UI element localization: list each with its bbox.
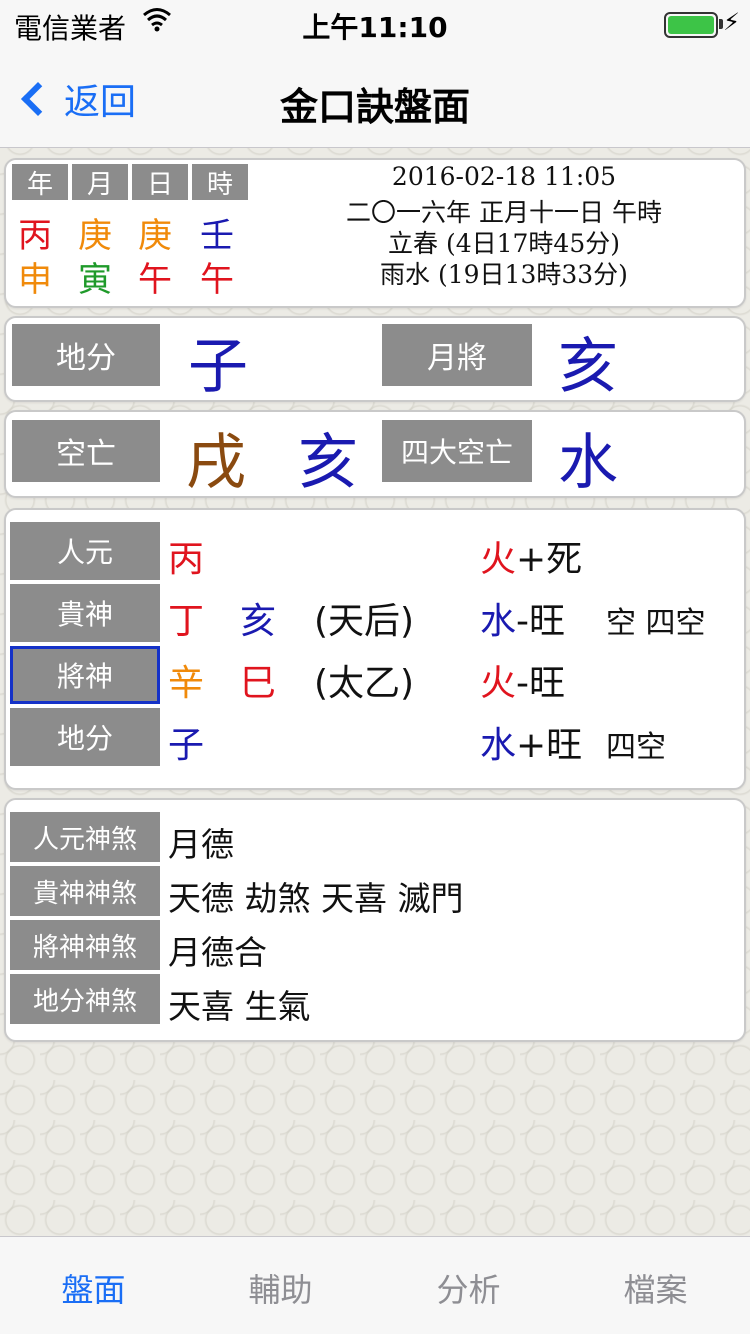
shensha-text: 天喜 生氣 (168, 987, 311, 1026)
plate-row-gan: 子 (168, 725, 205, 766)
plate-row-gan: 辛 (168, 663, 205, 704)
pillar-header-year: 年 (12, 164, 68, 200)
plate-panel: 人元 丙 火 +死 貴神 丁 亥 (天后) 水 -旺 空 四空 將神 辛 巳 (… (4, 508, 746, 790)
plate-row-zhi: 亥 (240, 601, 277, 642)
shensha-label: 將神神煞 (10, 920, 160, 970)
year-stem: 丙 (18, 216, 52, 256)
gregorian-datetime: 2016-02-18 11:05 (391, 162, 617, 191)
kongwang-panel: 空亡 戌 亥 四大空亡 水 (4, 410, 746, 498)
yuejiang-value: 亥 (558, 332, 618, 402)
sida-kongwang-value: 水 (558, 428, 618, 498)
kongwang-label: 空亡 (12, 420, 160, 482)
tab-bar: 盤面 輔助 分析 檔案 (0, 1236, 750, 1334)
plate-row-label[interactable]: 地分 (10, 708, 160, 766)
plate-row-state: -旺 (516, 663, 565, 704)
year-branch: 申 (18, 260, 52, 300)
hour-stem: 壬 (200, 216, 234, 256)
tab-analysis[interactable]: 分析 (375, 1265, 562, 1311)
plate-row-gan: 丙 (168, 539, 205, 580)
shensha-label: 人元神煞 (10, 812, 160, 862)
difen-label: 地分 (12, 324, 160, 386)
kongwang-value-1: 戌 (186, 428, 246, 498)
clock: 上午11:10 (302, 11, 448, 44)
plate-row-deity: (太乙) (314, 663, 415, 704)
plate-row-label[interactable]: 人元 (10, 522, 160, 580)
sida-kongwang-label: 四大空亡 (382, 420, 532, 482)
pillars-panel: 年 月 日 時 丙 庚 庚 壬 申 寅 午 午 2016-02-18 11:05… (4, 158, 746, 308)
tab-plate[interactable]: 盤面 (0, 1265, 187, 1311)
page-title: 金口訣盤面 (279, 85, 470, 129)
plate-row-element: 火 (480, 663, 517, 704)
difen-value: 子 (188, 332, 248, 402)
plate-row-element: 水 (480, 725, 517, 766)
difen-yuejiang-panel: 地分 子 月將 亥 (4, 316, 746, 402)
shensha-text: 月德合 (168, 933, 267, 972)
hour-branch: 午 (200, 260, 234, 300)
day-stem: 庚 (138, 216, 172, 256)
month-branch: 寅 (78, 260, 112, 300)
plate-row-element: 水 (480, 601, 517, 642)
plate-row-gan: 丁 (168, 601, 205, 642)
navigation-bar: 返回 金口訣盤面 (0, 48, 750, 148)
kongwang-value-2: 亥 (298, 428, 358, 498)
plate-row-state: -旺 (516, 601, 565, 642)
battery-icon (664, 12, 718, 38)
plate-row-state: +死 (516, 539, 583, 580)
pillar-header-day: 日 (132, 164, 188, 200)
charging-bolt-icon: ⚡ (723, 8, 740, 36)
plate-row-label-selected[interactable]: 將神 (10, 646, 160, 704)
shensha-text: 月德 (168, 825, 234, 864)
pillar-header-hour: 時 (192, 164, 248, 200)
plate-row-label[interactable]: 貴神 (10, 584, 160, 642)
plate-row-zhi: 巳 (240, 663, 277, 704)
plate-row-note: 四空 (606, 730, 666, 765)
tab-auxiliary[interactable]: 輔助 (187, 1265, 374, 1311)
plate-row-element: 火 (480, 539, 517, 580)
shensha-panel: 人元神煞 月德 貴神神煞 天德 劫煞 天喜 滅門 將神神煞 月德合 地分神煞 天… (4, 798, 746, 1042)
tab-files[interactable]: 檔案 (562, 1265, 749, 1311)
shensha-label: 貴神神煞 (10, 866, 160, 916)
status-bar: 電信業者 上午11:10 ⚡ (0, 0, 750, 48)
yuejiang-label: 月將 (382, 324, 532, 386)
month-stem: 庚 (78, 216, 112, 256)
day-branch: 午 (138, 260, 172, 300)
plate-row-deity: (天后) (314, 601, 415, 642)
plate-row-note: 空 四空 (606, 606, 706, 641)
shensha-text: 天德 劫煞 天喜 滅門 (168, 879, 464, 918)
shensha-label: 地分神煞 (10, 974, 160, 1024)
plate-row-state: +旺 (516, 725, 583, 766)
solar-term-2: 雨水 (19日13時33分) (380, 260, 628, 289)
pillar-header-month: 月 (72, 164, 128, 200)
